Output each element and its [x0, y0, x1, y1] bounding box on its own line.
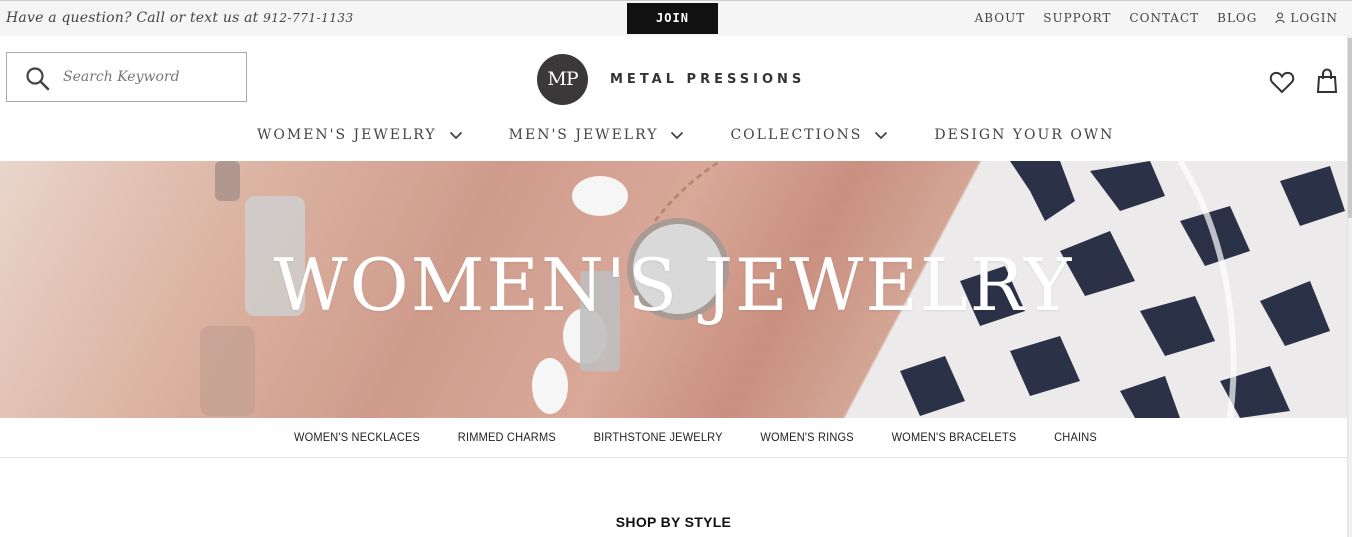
- search-icon[interactable]: [25, 66, 51, 92]
- main-nav: WOMEN'S JEWELRY MEN'S JEWELRY COLLECTION…: [257, 127, 1114, 143]
- nav-design-your-own[interactable]: DESIGN YOUR OWN: [934, 127, 1114, 143]
- contact-link[interactable]: CONTACT: [1129, 11, 1199, 25]
- subnav-chains[interactable]: CHAINS: [1054, 430, 1097, 444]
- chevron-down-icon: [449, 131, 462, 139]
- heart-icon[interactable]: [1269, 70, 1295, 94]
- subnav-womens-rings[interactable]: WOMEN'S RINGS: [760, 430, 853, 444]
- phone-link[interactable]: 912-771-1133: [263, 11, 353, 25]
- scrollbar-thumb[interactable]: [1348, 38, 1352, 218]
- chevron-down-icon: [875, 131, 888, 139]
- section-heading: SHOP BY STYLE: [615, 514, 732, 530]
- subnav-womens-bracelets[interactable]: WOMEN'S BRACELETS: [892, 430, 1017, 444]
- nav-label: WOMEN'S JEWELRY: [257, 127, 437, 143]
- support-link[interactable]: SUPPORT: [1043, 11, 1111, 25]
- logo-wordmark: METAL PRESSIONS: [610, 72, 806, 87]
- question-text: Have a question? Call or text us at: [6, 10, 259, 26]
- nav-label: MEN'S JEWELRY: [508, 127, 659, 143]
- subnav-rimmed-charms[interactable]: RIMMED CHARMS: [458, 430, 556, 444]
- subnav-womens-necklaces[interactable]: WOMEN'S NECKLACES: [294, 430, 420, 444]
- page-scrollbar[interactable]: [1347, 36, 1352, 537]
- search-input[interactable]: Search Keyword: [6, 52, 247, 102]
- contact-question: Have a question? Call or text us at 912-…: [6, 10, 354, 26]
- top-bar: Have a question? Call or text us at 912-…: [0, 0, 1352, 36]
- join-button[interactable]: JOIN: [627, 3, 718, 34]
- site-logo[interactable]: MP METAL PRESSIONS: [537, 54, 805, 105]
- nav-womens-jewelry[interactable]: WOMEN'S JEWELRY: [257, 127, 463, 143]
- login-link[interactable]: LOGIN: [1275, 11, 1338, 25]
- nav-mens-jewelry[interactable]: MEN'S JEWELRY: [509, 127, 685, 143]
- blog-link[interactable]: BLOG: [1217, 11, 1257, 25]
- utility-nav: ABOUT SUPPORT CONTACT BLOG LOGIN: [975, 11, 1338, 25]
- search-placeholder: Search Keyword: [63, 69, 180, 85]
- user-icon: [1275, 12, 1285, 24]
- bag-icon[interactable]: [1316, 68, 1338, 94]
- chevron-down-icon: [671, 131, 684, 139]
- nav-collections[interactable]: COLLECTIONS: [730, 127, 888, 143]
- nav-label: DESIGN YOUR OWN: [934, 127, 1115, 143]
- hero-banner: WOMEN'S JEWELRY: [0, 161, 1347, 418]
- about-link[interactable]: ABOUT: [975, 11, 1026, 25]
- nav-label: COLLECTIONS: [730, 127, 863, 143]
- logo-badge: MP: [537, 54, 588, 105]
- subnav-birthstone-jewelry[interactable]: BIRTHSTONE JEWELRY: [594, 430, 723, 444]
- login-label: LOGIN: [1290, 11, 1338, 25]
- hero-title: WOMEN'S JEWELRY: [273, 243, 1074, 327]
- category-subnav: WOMEN'S NECKLACES RIMMED CHARMS BIRTHSTO…: [0, 418, 1347, 458]
